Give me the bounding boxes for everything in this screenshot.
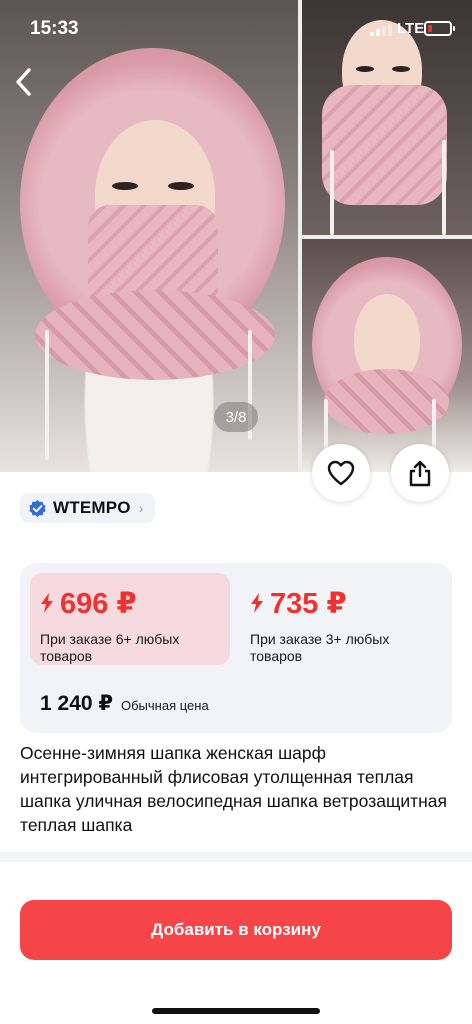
heart-icon	[327, 460, 355, 486]
share-button[interactable]	[391, 444, 449, 502]
chevron-right-icon: ›	[138, 500, 144, 516]
share-icon	[409, 460, 431, 487]
product-photo-main[interactable]	[0, 0, 298, 472]
drawstring	[330, 150, 334, 235]
product-gallery[interactable]: 3/8	[0, 0, 472, 472]
status-bar: 15:33 LTE	[0, 0, 472, 60]
lightning-icon	[41, 593, 53, 613]
drawstring	[45, 330, 49, 460]
lightning-icon	[251, 593, 263, 613]
seller-name: WTEMPO	[53, 498, 131, 517]
verified-check-icon	[29, 499, 46, 517]
network-type: LTE	[397, 20, 425, 37]
product-title: Осенне-зимняя шапка женская шарф интегри…	[20, 743, 448, 835]
drawstring	[442, 140, 446, 235]
tier-condition: При заказе 6+ любых товаров	[40, 631, 180, 664]
tier-price: 696 ₽	[60, 587, 137, 620]
knit-scarf	[322, 85, 447, 205]
favorite-button[interactable]	[312, 444, 370, 502]
price-tier-6plus[interactable]: 696 ₽ При заказе 6+ любых товаров	[30, 573, 230, 665]
section-divider	[0, 852, 472, 862]
seller-chip[interactable]: WTEMPO ›	[20, 493, 156, 523]
battery-level	[428, 25, 432, 32]
tier-price: 735 ₽	[270, 587, 347, 620]
model-eye	[112, 182, 138, 190]
signal-icon	[370, 24, 392, 36]
back-button[interactable]	[6, 64, 42, 100]
status-time: 15:33	[30, 18, 79, 39]
battery-icon	[424, 21, 455, 36]
tier-price-row: 696 ₽	[40, 587, 230, 620]
add-to-cart-button[interactable]: Добавить в корзину	[20, 900, 452, 960]
chevron-left-icon	[16, 68, 31, 96]
product-photo-thumb[interactable]	[302, 239, 472, 472]
price-card: 696 ₽ При заказе 6+ любых товаров 735 ₽ …	[20, 563, 452, 733]
tier-price-row: 735 ₽	[250, 587, 440, 620]
knit-collar	[324, 369, 449, 434]
model-eye	[356, 66, 374, 72]
regular-price-label: Обычная цена	[121, 698, 209, 713]
regular-price: 1 240 ₽	[40, 692, 113, 715]
model-eye	[168, 182, 194, 190]
regular-price-row: 1 240 ₽ Обычная цена	[40, 691, 209, 716]
home-indicator[interactable]	[152, 1008, 320, 1014]
price-tier-3plus[interactable]: 735 ₽ При заказе 3+ любых товаров	[240, 573, 440, 665]
image-counter: 3/8	[214, 402, 258, 432]
model-eye	[392, 66, 410, 72]
knit-collar	[35, 290, 275, 380]
tier-condition: При заказе 3+ любых товаров	[250, 631, 390, 664]
